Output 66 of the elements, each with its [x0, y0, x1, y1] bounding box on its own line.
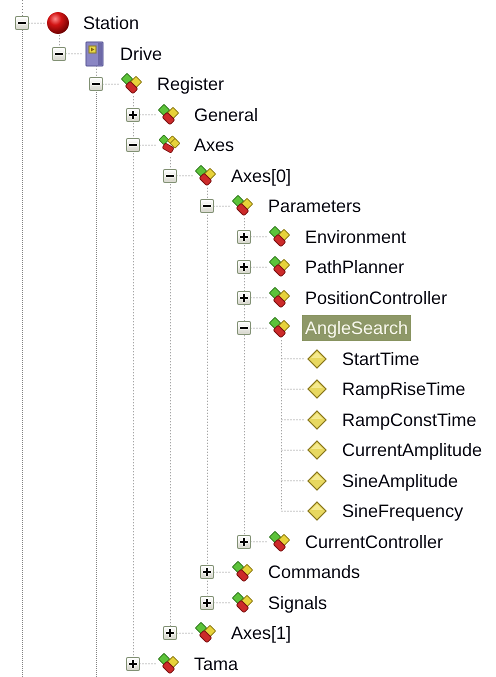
blocks-icon — [268, 224, 292, 249]
tree-item[interactable]: PathPlanner — [302, 254, 408, 280]
blocks-icon — [268, 255, 292, 280]
blocks-icon — [157, 652, 181, 676]
collapse-toggle[interactable] — [15, 16, 29, 30]
collapse-toggle[interactable] — [237, 321, 251, 336]
blocks-icon — [231, 590, 255, 615]
plus-icon — [129, 110, 137, 119]
blocks-icon — [231, 194, 255, 218]
tree-item[interactable]: Environment — [302, 224, 410, 250]
expand-toggle[interactable] — [163, 626, 177, 640]
expand-toggle[interactable] — [237, 230, 251, 244]
tree-item[interactable]: CurrentAmplitude — [339, 437, 486, 464]
diamond-icon — [306, 439, 328, 462]
plus-icon — [166, 629, 174, 638]
plus-icon — [240, 232, 248, 241]
collapse-toggle[interactable] — [126, 138, 140, 152]
plus-icon — [240, 294, 248, 302]
tree-item[interactable]: Axes[0] — [228, 162, 294, 189]
tree-item[interactable]: RampConstTime — [339, 406, 480, 433]
sphere-icon — [46, 11, 70, 36]
diamond-icon — [306, 348, 328, 370]
blocks-icon — [194, 621, 218, 646]
tree-item[interactable]: Drive — [117, 40, 166, 67]
blocks-icon — [268, 286, 292, 310]
expand-toggle[interactable] — [237, 290, 251, 305]
blocks-icon — [120, 72, 144, 96]
tree-item[interactable]: General — [191, 102, 262, 128]
diamond-icon — [306, 408, 328, 431]
plus-icon — [203, 598, 211, 607]
tree-item[interactable]: Station — [80, 10, 142, 36]
plus-icon — [129, 660, 137, 668]
expand-toggle[interactable] — [237, 534, 251, 549]
tree-item[interactable]: RampRiseTime — [339, 376, 468, 402]
tree-item[interactable]: StartTime — [339, 346, 422, 372]
plus-icon — [240, 263, 248, 272]
expand-toggle[interactable] — [126, 108, 140, 122]
expand-toggle[interactable] — [200, 565, 214, 580]
tree-item[interactable]: Axes[1] — [228, 620, 294, 646]
tree-item[interactable]: Signals — [265, 590, 330, 616]
blocks-icon — [268, 316, 292, 340]
collapse-toggle[interactable] — [163, 168, 177, 183]
tree-item[interactable]: Parameters — [265, 193, 364, 220]
tree-item[interactable]: SineAmplitude — [339, 468, 462, 494]
collapse-toggle[interactable] — [200, 199, 214, 214]
blocks-icon — [157, 102, 181, 127]
diamond-icon — [306, 500, 328, 522]
blocks-icon — [268, 530, 292, 554]
expand-toggle[interactable] — [126, 656, 140, 671]
tree-item[interactable]: PositionController — [302, 284, 450, 311]
plus-icon — [240, 538, 248, 546]
collapse-toggle[interactable] — [89, 77, 103, 92]
tree-item[interactable]: SineFrequency — [339, 498, 466, 524]
tree-item[interactable]: Tama — [191, 650, 242, 677]
plus-icon — [203, 568, 211, 576]
expand-toggle[interactable] — [200, 596, 214, 610]
blocks-icon — [194, 164, 218, 188]
expand-toggle[interactable] — [237, 260, 251, 274]
blocks-icon — [231, 560, 255, 584]
tree-item[interactable]: Axes — [191, 132, 238, 158]
diamond-icon — [306, 378, 328, 400]
collapse-toggle[interactable] — [52, 46, 66, 61]
diamond-icon — [306, 470, 328, 492]
tree-item[interactable]: CurrentController — [302, 528, 446, 555]
tree-item[interactable]: Register — [154, 71, 228, 98]
tree-item[interactable]: Commands — [265, 559, 364, 586]
